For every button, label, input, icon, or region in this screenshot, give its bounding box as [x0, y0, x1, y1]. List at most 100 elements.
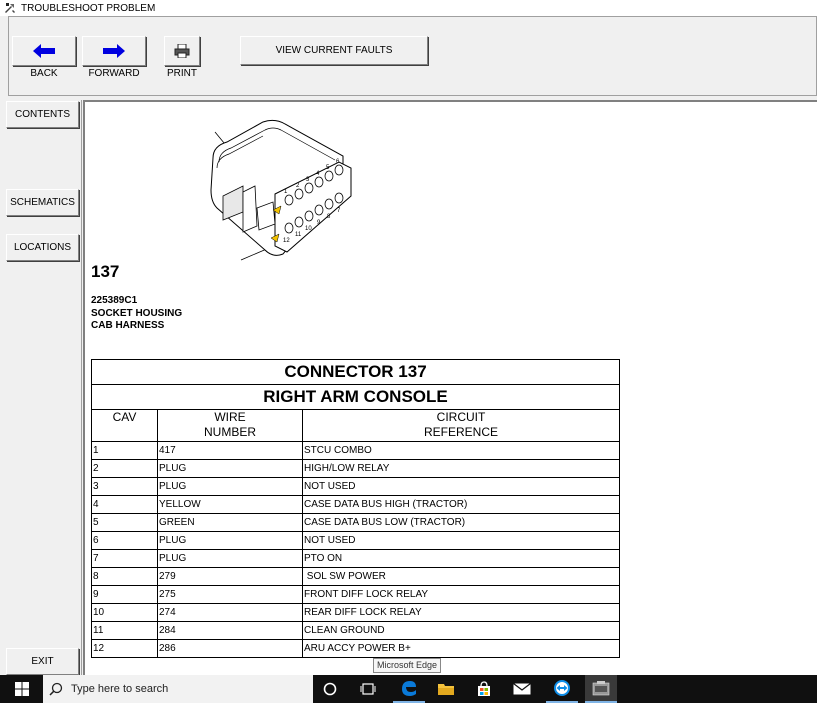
circuit-reference-cell: CASE DATA BUS LOW (TRACTOR)	[302, 513, 620, 532]
pin-label: 11	[295, 232, 302, 238]
table-row: 2 PLUG HIGH/LOW RELAY	[91, 459, 620, 478]
circuit-reference-cell: STCU COMBO	[302, 441, 620, 460]
start-button[interactable]	[0, 675, 43, 703]
cav-cell: 4	[91, 495, 158, 514]
window-title: TROUBLESHOOT PROBLEM	[21, 2, 156, 14]
cav-cell: 6	[91, 531, 158, 550]
circuit-reference-cell: FRONT DIFF LOCK RELAY	[302, 585, 620, 604]
wire-number-cell: YELLOW	[157, 495, 303, 514]
cav-cell: 1	[91, 441, 158, 460]
cav-cell: 11	[91, 621, 158, 640]
circuit-reference-cell: CASE DATA BUS HIGH (TRACTOR)	[302, 495, 620, 514]
part-number: 225389C1	[91, 295, 138, 306]
search-icon	[49, 682, 63, 696]
locations-button[interactable]: LOCATIONS	[6, 234, 79, 261]
part-info: 225389C1 SOCKET HOUSING CAB HARNESS	[91, 295, 182, 333]
wire-number-cell: 284	[157, 621, 303, 640]
table-title: CONNECTOR 137	[91, 359, 620, 385]
wire-number-cell: 279	[157, 567, 303, 586]
teamviewer-button[interactable]	[546, 675, 578, 703]
print-button[interactable]	[164, 36, 200, 66]
connector-number: 137	[91, 262, 120, 281]
header-wire-number: WIRE NUMBER	[157, 409, 303, 442]
teamviewer-icon	[554, 680, 570, 696]
print-label: PRINT	[167, 68, 197, 79]
tools-icon	[4, 2, 16, 14]
printer-icon	[174, 44, 190, 58]
back-button[interactable]	[12, 36, 76, 66]
forward-label: FORWARD	[88, 68, 140, 79]
view-current-faults-button[interactable]: VIEW CURRENT FAULTS	[240, 36, 428, 65]
table-row: 10 274 REAR DIFF LOCK RELAY	[91, 603, 620, 622]
cav-cell: 3	[91, 477, 158, 496]
content-pane: 1 2 3 4 5 6 12 11 10 9 8 7 137 225389C1 …	[83, 100, 817, 675]
file-explorer-button[interactable]	[432, 675, 460, 703]
wire-number-cell: PLUG	[157, 477, 303, 496]
cortana-button[interactable]	[316, 675, 344, 703]
cav-cell: 8	[91, 567, 158, 586]
wire-number-cell: 417	[157, 441, 303, 460]
circuit-reference-cell: ARU ACCY POWER B+	[302, 639, 620, 658]
task-view-icon	[360, 683, 376, 695]
table-row: 9 275 FRONT DIFF LOCK RELAY	[91, 585, 620, 604]
connector-drawing: 1 2 3 4 5 6 12 11 10 9 8 7	[210, 119, 352, 261]
taskbar-search-box[interactable]: Type here to search	[43, 675, 313, 703]
pin-label: 8	[327, 214, 331, 220]
back-label: BACK	[30, 68, 58, 79]
title-bar: TROUBLESHOOT PROBLEM	[0, 0, 817, 16]
wire-number-cell: 275	[157, 585, 303, 604]
contents-button[interactable]: CONTENTS	[6, 101, 79, 128]
table-row: 5 GREEN CASE DATA BUS LOW (TRACTOR)	[91, 513, 620, 532]
sidebar: CONTENTS SCHEMATICS LOCATIONS EXIT	[4, 100, 82, 675]
table-row: 8 279 SOL SW POWER	[91, 567, 620, 586]
left-arrow-icon	[33, 44, 55, 58]
app-window: TROUBLESHOOT PROBLEM BACK FORWARD PRINT …	[0, 0, 817, 675]
edge-tooltip: Microsoft Edge	[373, 658, 442, 673]
est-app-icon	[592, 681, 610, 696]
wire-number-cell: 274	[157, 603, 303, 622]
table-subtitle: RIGHT ARM CONSOLE	[91, 384, 620, 410]
wire-number-cell: 286	[157, 639, 303, 658]
store-button[interactable]	[470, 675, 498, 703]
cav-cell: 9	[91, 585, 158, 604]
right-arrow-icon	[103, 44, 125, 58]
cav-cell: 12	[91, 639, 158, 658]
circuit-reference-cell: NOT USED	[302, 531, 620, 550]
table-row: 11 284 CLEAN GROUND	[91, 621, 620, 640]
wire-number-cell: PLUG	[157, 459, 303, 478]
pin-label: 12	[283, 238, 290, 244]
circuit-reference-cell: REAR DIFF LOCK RELAY	[302, 603, 620, 622]
wire-number-cell: PLUG	[157, 549, 303, 568]
cortana-icon	[323, 682, 337, 696]
connector-table: CONNECTOR 137 RIGHT ARM CONSOLE CAV WIRE…	[91, 359, 620, 658]
wire-number-cell: PLUG	[157, 531, 303, 550]
table-row: 6 PLUG NOT USED	[91, 531, 620, 550]
mail-icon	[513, 683, 531, 695]
circuit-reference-cell: NOT USED	[302, 477, 620, 496]
search-placeholder: Type here to search	[71, 683, 169, 695]
header-cav: CAV	[91, 409, 158, 442]
edge-icon	[402, 681, 416, 696]
table-row: 7 PLUG PTO ON	[91, 549, 620, 568]
header-circuit-reference: CIRCUIT REFERENCE	[302, 409, 620, 442]
wire-number-cell: GREEN	[157, 513, 303, 532]
circuit-reference-cell: HIGH/LOW RELAY	[302, 459, 620, 478]
mail-button[interactable]	[508, 675, 536, 703]
edge-taskbar-button[interactable]	[393, 675, 425, 703]
exit-button[interactable]: EXIT	[6, 648, 79, 675]
forward-button[interactable]	[82, 36, 146, 66]
task-view-button[interactable]	[354, 675, 382, 703]
est-app-button[interactable]	[585, 675, 617, 703]
part-harness: CAB HARNESS	[91, 320, 165, 331]
cav-cell: 10	[91, 603, 158, 622]
circuit-reference-cell: PTO ON	[302, 549, 620, 568]
taskbar: Type here to search	[0, 675, 817, 703]
pin-label: 10	[305, 226, 312, 232]
circuit-reference-cell: CLEAN GROUND	[302, 621, 620, 640]
toolbar: BACK FORWARD PRINT VIEW CURRENT FAULTS	[8, 16, 817, 96]
cav-cell: 2	[91, 459, 158, 478]
circuit-reference-cell: SOL SW POWER	[302, 567, 620, 586]
schematics-button[interactable]: SCHEMATICS	[6, 189, 79, 216]
store-icon	[478, 681, 490, 696]
table-row: 1 417 STCU COMBO	[91, 441, 620, 460]
